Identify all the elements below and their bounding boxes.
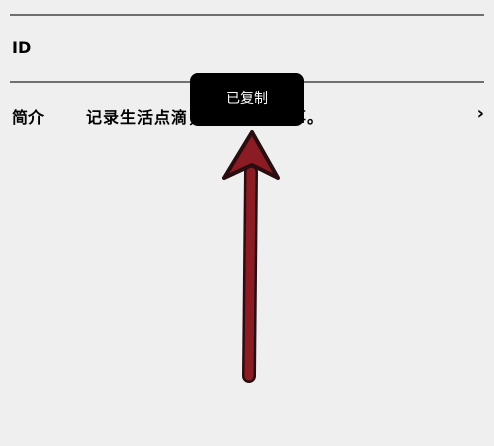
arrow-up-icon bbox=[222, 130, 280, 383]
